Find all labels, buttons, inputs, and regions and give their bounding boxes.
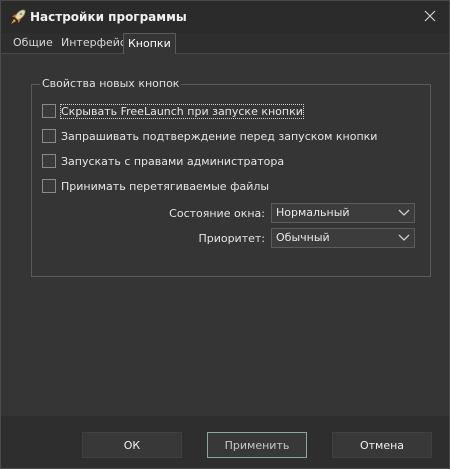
checkbox-label[interactable]: Принимать перетягиваемые файлы: [61, 180, 269, 193]
new-buttons-properties-group: Свойства новых кнопок Скрывать FreeLaunc…: [31, 77, 431, 277]
tab-page-buttons: Свойства новых кнопок Скрывать FreeLaunc…: [1, 54, 449, 416]
cancel-button[interactable]: Отмена: [332, 432, 432, 458]
priority-value: Обычный: [276, 231, 330, 244]
tab-strip: Общие Интерфейс Кнопки: [1, 33, 449, 55]
checkbox-accept-dropped-files[interactable]: Принимать перетягиваемые файлы: [42, 178, 269, 194]
checkbox-box[interactable]: [42, 129, 56, 143]
group-caption: Свойства новых кнопок: [40, 77, 182, 90]
ok-button[interactable]: ОК: [82, 432, 182, 458]
window-title: Настройки программы: [30, 10, 187, 24]
tab-buttons[interactable]: Кнопки: [123, 33, 176, 55]
priority-label: Приоритет:: [198, 232, 265, 245]
apply-button[interactable]: Применить: [207, 432, 307, 458]
window-state-label: Состояние окна:: [169, 207, 265, 220]
checkbox-box[interactable]: [42, 104, 56, 118]
checkbox-label[interactable]: Скрывать FreeLaunch при запуске кнопки: [60, 103, 304, 119]
title-bar[interactable]: Настройки программы: [1, 1, 449, 33]
tab-interface[interactable]: Интерфейс: [57, 34, 130, 52]
checkbox-box[interactable]: [42, 154, 56, 168]
checkbox-label[interactable]: Запускать с правами администратора: [61, 155, 284, 168]
checkbox-box[interactable]: [42, 179, 56, 193]
close-icon: [424, 10, 436, 22]
window-state-value: Нормальный: [276, 206, 350, 219]
settings-window: Настройки программы Общие Интерфейс Кноп…: [0, 0, 450, 469]
close-button[interactable]: [417, 4, 443, 28]
checkbox-label[interactable]: Запрашивать подтверждение перед запуском…: [61, 130, 377, 143]
chevron-down-icon[interactable]: [397, 207, 411, 219]
rocket-icon: [9, 8, 27, 26]
tab-general[interactable]: Общие: [9, 34, 57, 52]
checkbox-run-as-admin[interactable]: Запускать с правами администратора: [42, 153, 284, 169]
chevron-down-icon[interactable]: [397, 232, 411, 244]
checkbox-hide-freelaunch[interactable]: Скрывать FreeLaunch при запуске кнопки: [42, 103, 304, 119]
checkbox-ask-confirmation[interactable]: Запрашивать подтверждение перед запуском…: [42, 128, 377, 144]
priority-select[interactable]: Обычный: [271, 228, 415, 248]
window-state-select[interactable]: Нормальный: [271, 203, 415, 223]
